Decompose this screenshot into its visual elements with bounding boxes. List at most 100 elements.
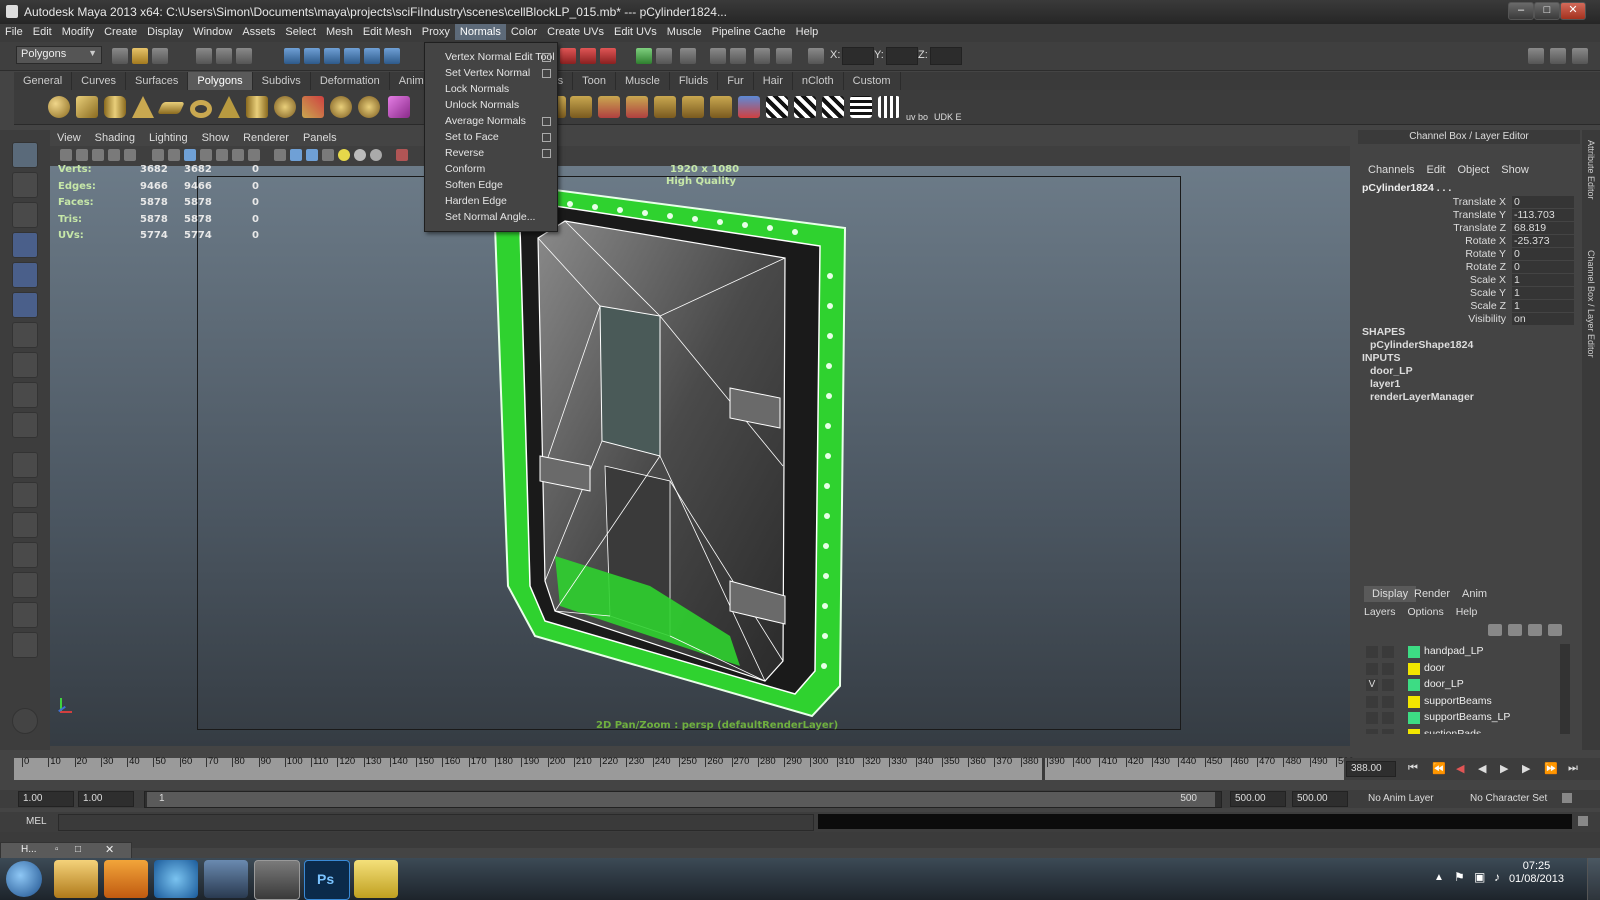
layer-visibility-toggle[interactable] bbox=[1366, 712, 1378, 724]
toggle-channelbox-icon[interactable] bbox=[1572, 48, 1588, 64]
menu-select[interactable]: Select bbox=[280, 24, 321, 40]
extract-icon[interactable] bbox=[358, 96, 380, 118]
plane-icon[interactable] bbox=[157, 102, 185, 114]
ipr-render-icon[interactable] bbox=[600, 48, 616, 64]
wireframe-on-shaded-icon[interactable] bbox=[306, 149, 318, 161]
normals-menu-item[interactable]: Set Normal Angle... bbox=[425, 209, 557, 225]
normals-menu-item[interactable]: Vertex Normal Edit Tool bbox=[425, 49, 557, 65]
shelf-tab-general[interactable]: General bbox=[14, 72, 73, 90]
attribute-value-field[interactable]: -113.703 bbox=[1512, 209, 1574, 221]
menu-window[interactable]: Window bbox=[188, 24, 237, 40]
channel-menu-channels[interactable]: Channels bbox=[1362, 164, 1420, 176]
layer-color-swatch[interactable] bbox=[1408, 728, 1420, 734]
2d-pan-zoom-icon[interactable] bbox=[108, 149, 120, 161]
separate-icon[interactable] bbox=[330, 96, 352, 118]
step-back-key-icon[interactable]: ⏪ bbox=[1432, 762, 1446, 775]
end-time-field[interactable]: 500.00 bbox=[1292, 791, 1348, 807]
mode-selector[interactable]: Polygons ▼ bbox=[16, 46, 102, 64]
shelf-tab-muscle[interactable]: Muscle bbox=[616, 72, 670, 90]
current-frame-field[interactable]: 388.00 bbox=[1346, 761, 1396, 777]
layout-hypershade-icon[interactable] bbox=[12, 602, 38, 628]
layer-row[interactable]: supportBeams_LP bbox=[1364, 710, 1554, 726]
layer-playback-toggle[interactable] bbox=[1382, 728, 1394, 734]
menu-color[interactable]: Color bbox=[506, 24, 542, 40]
channel-menu-object[interactable]: Object bbox=[1451, 164, 1495, 176]
layer-tab-anim[interactable]: Anim bbox=[1454, 586, 1495, 602]
maya-taskbar-icon[interactable] bbox=[254, 860, 300, 900]
security-taskbar-icon[interactable] bbox=[354, 860, 398, 898]
menu-edit[interactable]: Edit bbox=[28, 24, 57, 40]
layer-color-swatch[interactable] bbox=[1408, 679, 1420, 691]
x-field[interactable] bbox=[842, 47, 874, 65]
render-icon[interactable] bbox=[580, 48, 596, 64]
option-box-icon[interactable] bbox=[542, 117, 551, 126]
menu-pipeline-cache[interactable]: Pipeline Cache bbox=[707, 24, 791, 40]
snap-grid-icon[interactable] bbox=[284, 48, 300, 64]
viewport-menu-panels[interactable]: Panels bbox=[296, 130, 344, 146]
move-tool-icon[interactable] bbox=[12, 232, 38, 258]
layer-visibility-toggle[interactable]: V bbox=[1366, 679, 1378, 691]
menu-display[interactable]: Display bbox=[142, 24, 188, 40]
attribute-editor-tab[interactable]: Attribute Editor bbox=[1586, 140, 1596, 230]
udk-export-icon[interactable]: UDK E bbox=[934, 96, 964, 122]
pipe-icon[interactable] bbox=[246, 96, 268, 118]
menu-create-uvs[interactable]: Create UVs bbox=[542, 24, 609, 40]
attribute-value-field[interactable]: 1 bbox=[1512, 287, 1574, 299]
shelf-tab-polygons[interactable]: Polygons bbox=[188, 72, 253, 90]
minimize-button[interactable]: – bbox=[1508, 2, 1534, 20]
cone-icon[interactable] bbox=[132, 96, 154, 118]
scale-tool-icon[interactable] bbox=[12, 292, 38, 318]
go-to-start-icon[interactable]: ⏮ bbox=[1408, 762, 1418, 775]
resolution-gate-icon[interactable] bbox=[184, 149, 196, 161]
snap-point-icon[interactable] bbox=[324, 48, 340, 64]
textured-icon[interactable] bbox=[322, 149, 334, 161]
playback-start-field[interactable]: 1.00 bbox=[78, 791, 134, 807]
toggle-attribute-icon[interactable] bbox=[1550, 48, 1566, 64]
menu-edit-uvs[interactable]: Edit UVs bbox=[609, 24, 662, 40]
layout-uv-icon[interactable] bbox=[12, 632, 38, 658]
attribute-value-field[interactable]: 68.819 bbox=[1512, 222, 1574, 234]
range-slider-handle[interactable] bbox=[147, 792, 1215, 807]
normals-menu-item[interactable]: Soften Edge bbox=[425, 177, 557, 193]
safe-title-icon[interactable] bbox=[248, 149, 260, 161]
sphere-icon[interactable] bbox=[48, 96, 70, 118]
door-model-wireframe[interactable] bbox=[50, 166, 1350, 746]
key-icon[interactable] bbox=[1562, 793, 1572, 803]
start-button[interactable] bbox=[6, 861, 42, 897]
shelf-tab-subdivs[interactable]: Subdivs bbox=[253, 72, 311, 90]
shelf-tab-ncloth[interactable]: nCloth bbox=[793, 72, 844, 90]
start-time-field[interactable]: 1.00 bbox=[18, 791, 74, 807]
rotate-tool-icon[interactable] bbox=[12, 262, 38, 288]
layout-two-icon[interactable] bbox=[12, 512, 38, 538]
layer-color-swatch[interactable] bbox=[1408, 695, 1420, 708]
snap-surface-icon[interactable] bbox=[364, 48, 380, 64]
snap-curve-icon[interactable] bbox=[304, 48, 320, 64]
network-icon[interactable]: ▣ bbox=[1474, 870, 1485, 884]
y-field[interactable] bbox=[886, 47, 918, 65]
script-editor-icon[interactable] bbox=[1578, 816, 1588, 826]
append-polygon-icon[interactable] bbox=[710, 96, 732, 118]
layer-color-swatch[interactable] bbox=[1408, 662, 1420, 675]
close-button[interactable]: ✕ bbox=[1560, 2, 1586, 20]
open-scene-icon[interactable] bbox=[132, 48, 148, 64]
new-layer-icon[interactable] bbox=[1488, 624, 1502, 636]
layer-playback-toggle[interactable] bbox=[1382, 662, 1394, 675]
uv-bo-icon[interactable]: uv bo bbox=[906, 96, 930, 122]
cube-magenta-icon[interactable] bbox=[388, 96, 410, 118]
viewport-menu-shading[interactable]: Shading bbox=[88, 130, 142, 146]
history-icon[interactable] bbox=[560, 48, 576, 64]
menu-muscle[interactable]: Muscle bbox=[662, 24, 707, 40]
restore-icon[interactable]: ▫ bbox=[55, 844, 59, 855]
menu-edit-mesh[interactable]: Edit Mesh bbox=[358, 24, 417, 40]
range-slider[interactable]: 1 500 bbox=[144, 791, 1222, 808]
playback-end-field[interactable]: 500.00 bbox=[1230, 791, 1286, 807]
select-hierarchy-icon[interactable] bbox=[196, 48, 212, 64]
soccer-ball-icon[interactable] bbox=[274, 96, 296, 118]
play-forward-icon[interactable]: ▶ bbox=[1500, 762, 1508, 775]
uv-checker-2-icon[interactable] bbox=[794, 96, 816, 118]
snap-plane-icon[interactable] bbox=[344, 48, 360, 64]
normals-menu-item[interactable]: Average Normals bbox=[425, 113, 557, 129]
menu-normals[interactable]: Normals bbox=[454, 24, 506, 40]
image-plane-icon[interactable] bbox=[92, 149, 104, 161]
layer-visibility-toggle[interactable] bbox=[1366, 728, 1378, 734]
